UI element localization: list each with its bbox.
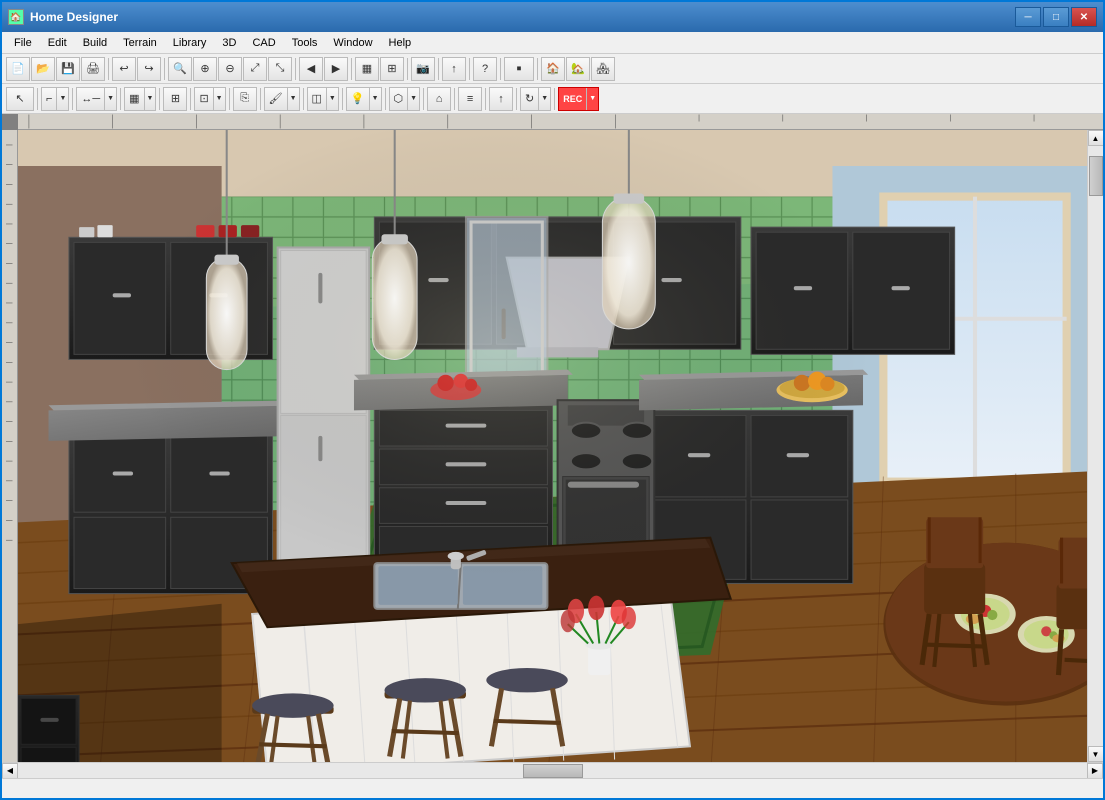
rotate-tool[interactable]: ↻▼: [520, 87, 551, 111]
cabinet-tool[interactable]: ▦▼: [124, 87, 156, 111]
window-controls: ─ □ ✕: [1015, 7, 1097, 27]
ruler-left: | | | | | | | | | | | | | | | | | | | | …: [2, 130, 18, 762]
minimize-button[interactable]: ─: [1015, 7, 1041, 27]
stairs-tool[interactable]: ≡: [458, 87, 482, 111]
fit-page-button[interactable]: ⤢: [243, 57, 267, 81]
camera-button[interactable]: 📷: [411, 57, 435, 81]
menu-item-window[interactable]: Window: [325, 35, 380, 51]
select-tool[interactable]: ↖: [6, 87, 34, 111]
canvas-container: | | | | | | | | | | | | | | | | | | | | …: [2, 114, 1103, 778]
scroll-left-arrow[interactable]: ◀: [2, 763, 18, 779]
ruler-top: | | | | | | | | | | | | | | | | | | | | …: [18, 114, 1103, 130]
app-window: 🏠 Home Designer ─ □ ✕ File Edit Build Te…: [0, 0, 1105, 800]
menu-item-3d[interactable]: 3D: [214, 35, 244, 51]
menu-item-cad[interactable]: CAD: [244, 35, 283, 51]
fixture-tool[interactable]: ⊡▼: [194, 87, 225, 111]
redo-button[interactable]: ↪: [137, 57, 161, 81]
house3-button[interactable]: 🏘: [591, 57, 615, 81]
roof-tool[interactable]: ⌂: [427, 87, 451, 111]
appliance-tool[interactable]: ⊞: [163, 87, 187, 111]
menu-bar: File Edit Build Terrain Library 3D CAD T…: [2, 32, 1103, 54]
object-tool[interactable]: ⬡▼: [389, 87, 421, 111]
scroll-thumb-v[interactable]: [1089, 156, 1103, 196]
scroll-track-h[interactable]: [18, 763, 1087, 778]
lighting-tool[interactable]: 💡▼: [346, 87, 382, 111]
menu-item-build[interactable]: Build: [75, 35, 115, 51]
prev-page-button[interactable]: ◀: [299, 57, 323, 81]
dimension-tool[interactable]: ↔─▼: [76, 87, 117, 111]
menu-item-help[interactable]: Help: [381, 35, 420, 51]
vertical-scrollbar[interactable]: ▲ ▼: [1087, 130, 1103, 762]
scroll-up-arrow[interactable]: ▲: [1088, 130, 1104, 146]
fill-window-button[interactable]: ⤡: [268, 57, 292, 81]
window-title: Home Designer: [30, 10, 1015, 24]
zoom-out-button[interactable]: ⊖: [218, 57, 242, 81]
open-button[interactable]: 📂: [31, 57, 55, 81]
elevation-button[interactable]: ⊞: [380, 57, 404, 81]
house1-button[interactable]: 🏠: [541, 57, 565, 81]
toolbar-2: ↖ ⌐▼ ↔─▼ ▦▼ ⊞ ⊡▼ ⎘ 🖌▼ ◫▼ 💡▼: [2, 84, 1103, 114]
help-button[interactable]: ?: [473, 57, 497, 81]
menu-item-file[interactable]: File: [6, 35, 40, 51]
house2-button[interactable]: 🏡: [566, 57, 590, 81]
render-button[interactable]: ⏹: [504, 57, 534, 81]
copy-tool[interactable]: ⎘: [233, 87, 257, 111]
undo-button[interactable]: ↩: [112, 57, 136, 81]
paint-tool[interactable]: 🖌▼: [264, 87, 300, 111]
canvas-view[interactable]: [18, 130, 1087, 762]
main-area: | | | | | | | | | | | | | | | | | | | | …: [2, 114, 1103, 778]
print-button[interactable]: 🖨: [81, 57, 105, 81]
horizontal-scrollbar[interactable]: ◀ ▶: [2, 762, 1103, 778]
new-button[interactable]: 📄: [6, 57, 30, 81]
floor-plan-button[interactable]: ▦: [355, 57, 379, 81]
maximize-button[interactable]: □: [1043, 7, 1069, 27]
menu-item-tools[interactable]: Tools: [284, 35, 326, 51]
scroll-right-arrow[interactable]: ▶: [1087, 763, 1103, 779]
menu-item-terrain[interactable]: Terrain: [115, 35, 165, 51]
arrow-tool-button[interactable]: ↑: [442, 57, 466, 81]
next-page-button[interactable]: ▶: [324, 57, 348, 81]
status-bar: [2, 778, 1103, 798]
save-button[interactable]: 💾: [56, 57, 80, 81]
scroll-down-arrow[interactable]: ▼: [1088, 746, 1104, 762]
menu-item-library[interactable]: Library: [165, 35, 215, 51]
scroll-thumb-h[interactable]: [523, 764, 583, 778]
kitchen-render: [18, 130, 1087, 762]
move-up-tool[interactable]: ↑: [489, 87, 513, 111]
record-tool[interactable]: REC▼: [558, 87, 599, 111]
title-bar: 🏠 Home Designer ─ □ ✕: [2, 2, 1103, 32]
scroll-track-v[interactable]: [1088, 146, 1103, 746]
canvas-row: | | | | | | | | | | | | | | | | | | | | …: [2, 130, 1103, 762]
close-button[interactable]: ✕: [1071, 7, 1097, 27]
menu-item-edit[interactable]: Edit: [40, 35, 75, 51]
zoom-in-button[interactable]: ⊕: [193, 57, 217, 81]
texture-tool[interactable]: ◫▼: [307, 87, 339, 111]
app-icon: 🏠: [8, 9, 24, 25]
zoom-wheel-button[interactable]: 🔍: [168, 57, 192, 81]
toolbar-1: 📄 📂 💾 🖨 ↩ ↪ 🔍 ⊕ ⊖ ⤢ ⤡ ◀ ▶ ▦ ⊞ 📷 ↑ ? ⏹ 🏠 …: [2, 54, 1103, 84]
polyline-tool[interactable]: ⌐▼: [41, 87, 69, 111]
